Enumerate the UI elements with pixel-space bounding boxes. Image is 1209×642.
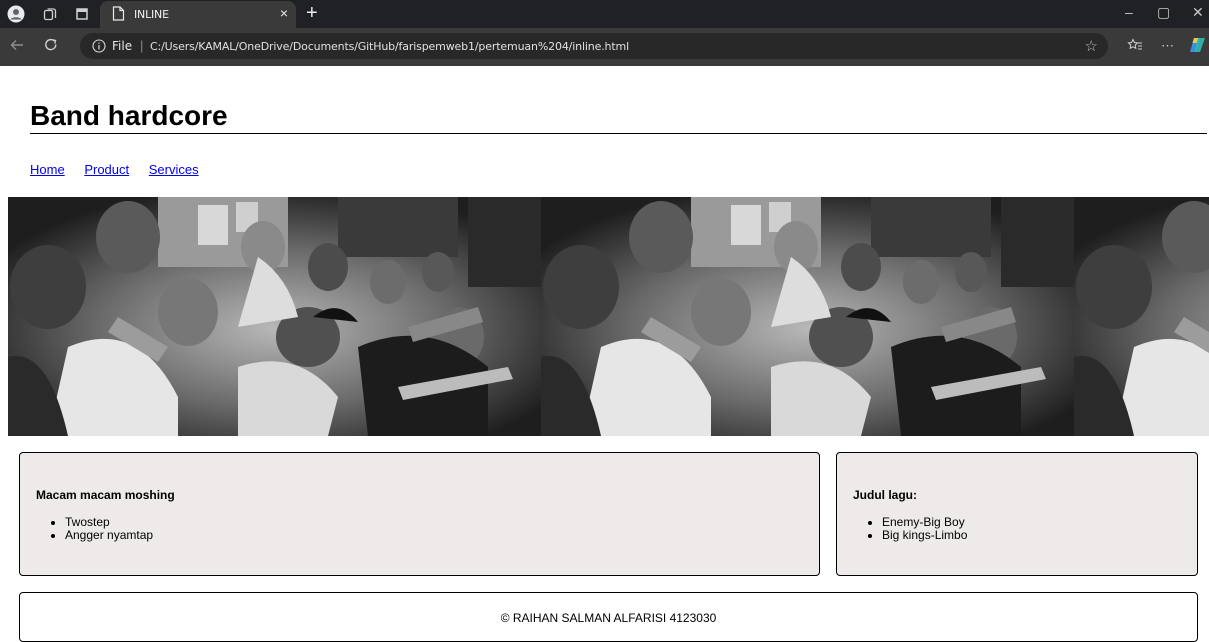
browser-toolbar: File | C:/Users/KAMAL/OneDrive/Documents… xyxy=(0,28,1209,66)
nav-link-home[interactable]: Home xyxy=(30,162,65,177)
list-item: Angger nyamtap xyxy=(65,529,153,542)
page-icon xyxy=(112,6,125,26)
song-list-box: Judul lagu: Enemy-Big Boy Big kings-Limb… xyxy=(836,452,1198,576)
moshing-heading: Macam macam moshing xyxy=(36,488,175,502)
tab-inline[interactable]: INLINE × xyxy=(100,1,296,28)
new-tab-button[interactable]: + xyxy=(306,2,318,24)
profile-avatar-icon[interactable] xyxy=(6,5,26,23)
copilot-icon[interactable] xyxy=(1188,36,1208,58)
song-list: Enemy-Big Boy Big kings-Limbo xyxy=(861,516,967,542)
moshing-list: Twostep Angger nyamtap xyxy=(44,516,153,542)
refresh-icon[interactable] xyxy=(44,38,58,56)
tab-actions-icon[interactable] xyxy=(72,5,92,23)
page-footer: © RAIHAN SALMAN ALFARISI 4123030 xyxy=(19,592,1198,642)
list-item: Big kings-Limbo xyxy=(882,529,967,542)
moshing-box: Macam macam moshing Twostep Angger nyamt… xyxy=(19,452,820,576)
url-separator: | xyxy=(140,38,144,53)
tab-title: INLINE xyxy=(134,8,169,21)
more-options-icon[interactable]: ⋯ xyxy=(1161,38,1174,54)
band-banner-image xyxy=(8,197,1209,436)
favorites-icon[interactable] xyxy=(1127,38,1143,56)
favorite-star-icon[interactable]: ☆ xyxy=(1085,37,1098,55)
url-text[interactable]: C:/Users/KAMAL/OneDrive/Documents/GitHub… xyxy=(150,40,629,53)
nav-link-product[interactable]: Product xyxy=(84,162,129,177)
address-bar[interactable]: File | C:/Users/KAMAL/OneDrive/Documents… xyxy=(80,33,1108,59)
info-icon[interactable] xyxy=(92,39,106,53)
workspaces-icon[interactable] xyxy=(40,5,60,23)
back-arrow-icon[interactable] xyxy=(10,38,24,56)
page-title: Band hardcore xyxy=(30,100,228,131)
browser-tab-bar: INLINE × + – ▢ ✕ xyxy=(0,0,1209,28)
main-nav: Home Product Services xyxy=(30,162,215,177)
footer-copyright: © RAIHAN SALMAN ALFARISI 4123030 xyxy=(500,611,717,625)
title-divider xyxy=(30,133,1207,134)
maximize-button[interactable]: ▢ xyxy=(1157,4,1170,20)
tab-close-button[interactable]: × xyxy=(280,5,288,21)
close-window-button[interactable]: ✕ xyxy=(1192,4,1204,20)
url-scheme-label: File xyxy=(112,39,133,53)
song-list-heading: Judul lagu: xyxy=(853,488,917,502)
nav-link-services[interactable]: Services xyxy=(149,162,199,177)
minimize-button[interactable]: – xyxy=(1125,4,1133,20)
